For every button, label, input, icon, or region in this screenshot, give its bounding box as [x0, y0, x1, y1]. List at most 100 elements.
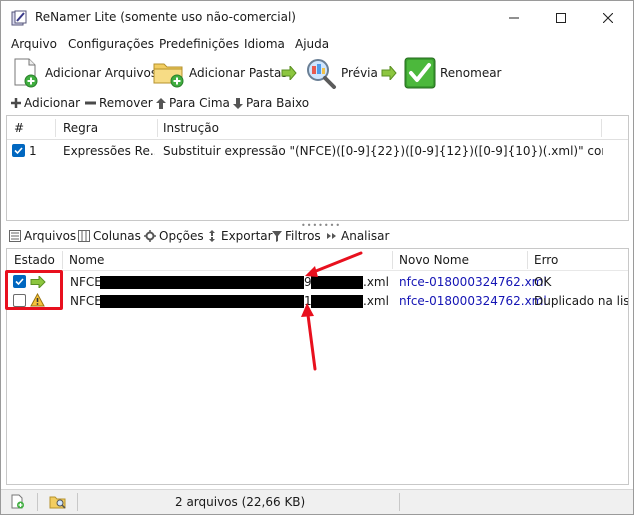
gear-icon [144, 230, 156, 242]
rules-col-instruction[interactable]: Instrução [163, 121, 219, 135]
arrow-down-icon [233, 97, 243, 109]
rule-enabled-checkbox[interactable] [12, 144, 25, 157]
column-divider[interactable] [157, 119, 158, 137]
maximize-button[interactable] [538, 1, 584, 35]
file-new-name: nfce-018000324762.xml [399, 275, 547, 289]
status-summary: 2 arquivos (22,66 KB) [175, 495, 306, 509]
renamer-app-icon [11, 10, 27, 26]
rename-button[interactable]: Renomear [404, 55, 502, 91]
remove-rule-button[interactable]: Remover [85, 96, 153, 110]
add-folder-icon [153, 63, 184, 88]
add-folders-label: Adicionar Pastas [189, 66, 288, 80]
file-name-prefix: NFCE [70, 275, 102, 289]
annotation-highlight-box [5, 270, 63, 310]
status-divider [77, 493, 78, 511]
window-title: ReNamer Lite (somente uso não-comercial) [35, 10, 296, 24]
preview-label: Prévia [341, 66, 378, 80]
export-label: Exportar [221, 229, 273, 243]
filter-icon [272, 231, 282, 242]
column-divider[interactable] [392, 251, 393, 269]
rules-col-rule[interactable]: Regra [63, 121, 98, 135]
files-col-new-name[interactable]: Novo Nome [399, 253, 469, 267]
menu-arquivo[interactable]: Arquivo [11, 37, 57, 51]
column-divider[interactable] [55, 119, 56, 137]
file-new-name: nfce-018000324762.xml [399, 294, 547, 308]
export-icon [209, 230, 215, 242]
rename-label: Renomear [440, 66, 502, 80]
green-arrow-icon [381, 66, 397, 80]
status-bar: 2 arquivos (22,66 KB) [1, 489, 633, 514]
annotation-arrow-icon [305, 251, 363, 277]
options-button[interactable]: Opções [144, 229, 204, 243]
magnifier-icon [307, 59, 336, 89]
check-icon [14, 147, 23, 155]
minimize-button[interactable] [491, 1, 537, 35]
rule-name: Expressões Re... [63, 144, 155, 158]
file-error: Duplicado na lista [534, 294, 628, 308]
columns-label: Colunas [93, 229, 141, 243]
menu-predefinicoes[interactable]: Predefinições [159, 37, 239, 51]
main-toolbar: Adicionar Arquivos Adicionar Pastas Prév… [1, 55, 633, 91]
files-col-status[interactable]: Estado [14, 253, 55, 267]
green-arrow-icon [281, 66, 297, 80]
menu-idioma[interactable]: Idioma [244, 37, 285, 51]
arrow-up-icon [156, 97, 166, 109]
status-divider [37, 493, 38, 511]
minimize-icon [509, 17, 519, 19]
add-folders-button[interactable]: Adicionar Pastas [153, 55, 288, 91]
menu-configuracoes[interactable]: Configurações [68, 37, 154, 51]
close-icon [603, 13, 613, 23]
column-divider[interactable] [527, 251, 528, 269]
close-button[interactable] [585, 1, 631, 35]
preview-button[interactable]: Prévia [305, 55, 378, 91]
redaction-bar [100, 295, 304, 308]
files-toolbar: Arquivos Colunas Opções Exportar Filtros… [1, 228, 633, 246]
move-down-button[interactable]: Para Baixo [233, 96, 309, 110]
move-up-label: Para Cima [169, 96, 230, 110]
add-file-icon[interactable] [11, 494, 25, 509]
rule-row[interactable]: 1 Expressões Re... Substituir expressão … [7, 140, 628, 162]
remove-rule-label: Remover [99, 96, 153, 110]
rule-index: 1 [29, 144, 37, 158]
rules-table-header: # Regra Instrução [7, 116, 628, 140]
title-bar[interactable]: ReNamer Lite (somente uso não-comercial) [1, 1, 633, 35]
rules-toolbar: Adicionar Remover Para Cima Para Baixo [1, 94, 633, 114]
filters-label: Filtros [285, 229, 321, 243]
redaction-bar [100, 276, 304, 289]
files-col-name[interactable]: Nome [69, 253, 104, 267]
menu-bar: Arquivo Configurações Predefinições Idio… [1, 35, 633, 55]
export-button[interactable]: Exportar [206, 229, 273, 243]
folder-search-icon[interactable] [49, 494, 67, 509]
column-divider[interactable] [62, 251, 63, 269]
menu-ajuda[interactable]: Ajuda [295, 37, 329, 51]
rules-col-number[interactable]: # [14, 121, 24, 135]
analyze-label: Analisar [341, 229, 390, 243]
move-up-button[interactable]: Para Cima [156, 96, 230, 110]
maximize-icon [556, 13, 566, 23]
move-down-label: Para Baixo [246, 96, 310, 110]
annotation-arrow-icon [301, 303, 317, 371]
rule-instruction: Substituir expressão "(NFCE)([0-9]{22})(… [163, 144, 603, 158]
analyze-button[interactable]: Analisar [326, 229, 389, 243]
add-files-label: Adicionar Arquivos [45, 66, 158, 80]
filters-button[interactable]: Filtros [272, 229, 321, 243]
add-file-icon [14, 58, 38, 88]
status-divider [399, 493, 400, 511]
files-menu-label: Arquivos [24, 229, 77, 243]
files-list-icon [9, 230, 21, 242]
add-files-button[interactable]: Adicionar Arquivos [11, 55, 157, 91]
columns-button[interactable]: Colunas [78, 229, 141, 243]
app-window: ReNamer Lite (somente uso não-comercial)… [0, 0, 634, 515]
column-divider[interactable] [601, 119, 602, 137]
rules-table: # Regra Instrução 1 Expressões Re... Sub… [6, 115, 629, 221]
file-name-extension: .xml [363, 294, 389, 308]
add-rule-button[interactable]: Adicionar [11, 96, 80, 110]
file-name-extension: .xml [363, 275, 389, 289]
file-name-prefix: NFCE [70, 294, 102, 308]
analyze-arrows-icon [327, 233, 336, 239]
options-label: Opções [159, 229, 204, 243]
files-menu-button[interactable]: Arquivos [9, 229, 76, 243]
checkmark-icon [404, 57, 436, 89]
file-error: OK [534, 275, 552, 289]
files-col-error[interactable]: Erro [534, 253, 558, 267]
